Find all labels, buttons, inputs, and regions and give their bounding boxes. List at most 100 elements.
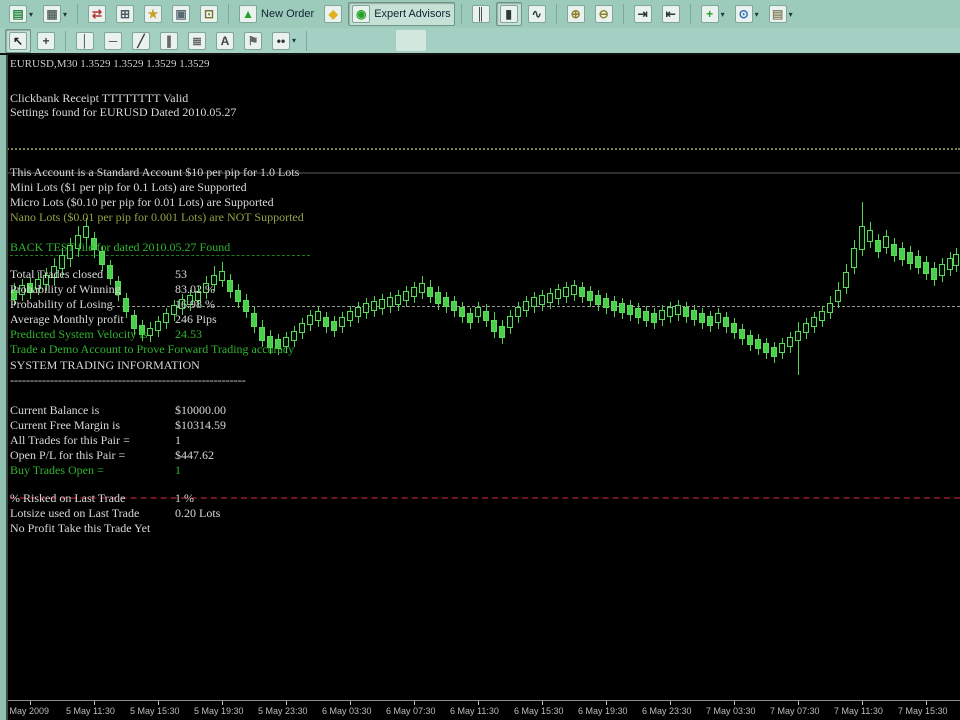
data-window-icon: ⊞ [116,5,135,23]
expert-advisors-icon: ◉ [352,5,371,23]
time-axis-label: 7 May 03:30 [706,706,756,716]
time-axis-label: 5 May 2009 [2,706,50,716]
text-icon: A [216,31,234,50]
receipt-line: Clickbank Receipt TTTTTTTT Valid [10,91,189,105]
vertical-line-icon: │ [76,31,94,50]
zoom-out-button[interactable]: ⊖ [591,2,617,26]
cursor-tool[interactable]: ↖ [5,28,31,53]
chevron-down-icon: ▾ [720,9,725,19]
profiles-button[interactable]: ▦ ▾ [39,2,71,26]
horizontal-line-tool[interactable]: ─ [100,29,126,53]
zoom-in-button[interactable]: ⊕ [563,2,589,26]
time-axis-label: 5 May 23:30 [258,706,308,716]
new-order-button[interactable]: ▲ New Order [235,2,318,26]
trendline-icon: ╱ [132,31,150,50]
time-axis-label: 6 May 07:30 [386,706,436,716]
stat-row-label: Average Monthly profit [10,312,124,326]
fibonacci-icon: ≣ [188,31,206,50]
balance-row-value: $10000.00 [175,403,226,417]
axis-tick [606,701,607,705]
risk-row-value: 0.20 Lots [175,506,221,520]
text-label-icon: ⚑ [244,31,262,50]
toolbar-separator [460,4,462,24]
risk-row-value: 1 % [175,491,194,505]
stat-row-label: Total Trades closed [10,267,104,281]
templates-icon: ▤ [768,5,787,23]
axis-tick [478,701,479,705]
zoom-out-icon: ⊖ [594,5,613,23]
indicators-icon: + [700,5,719,23]
axis-tick [286,701,287,705]
profiles-icon: ▦ [43,5,62,23]
arrows-tool[interactable]: •• ▾ [268,29,300,53]
candlestick-chart-button[interactable]: ▮ [495,2,522,26]
balance-row-label: Current Balance is [10,403,100,417]
backtest-status-line: BACK TEST file for dated 2010.05.27 Foun… [10,240,231,254]
fibonacci-tool[interactable]: ≣ [184,29,210,53]
zoom-in-icon: ⊕ [566,5,585,23]
market-watch-button[interactable]: ⇄ [84,2,110,26]
new-chart-button[interactable]: ▤ ▾ [5,2,37,26]
chart-shift-button[interactable]: ⇤ [658,2,684,26]
periods-button[interactable]: ⊙ ▾ [731,2,763,26]
strategy-tester-icon: ⊡ [200,5,219,23]
stat-row-value: 16.98 % [175,297,215,311]
account-info-line: Mini Lots ($1 per pip for 0.1 Lots) are … [10,180,247,194]
chart-area: EURUSD,M30 1.3529 1.3529 1.3529 1.3529 C… [0,55,960,720]
arrows-icon: •• [272,31,290,50]
time-axis-label: 6 May 19:30 [578,706,628,716]
axis-tick [350,701,351,705]
bar-chart-icon: ║ [471,5,490,23]
symbol-ohlc-label: EURUSD,M30 1.3529 1.3529 1.3529 1.3529 [10,58,210,70]
axis-tick [734,701,735,705]
toolbar-separator [228,4,230,24]
periods-icon: ⊙ [734,5,753,23]
expert-advisors-button[interactable]: ◉ Expert Advisors [348,2,455,26]
text-label-tool[interactable]: ⚑ [240,29,266,53]
axis-tick [670,701,671,705]
balance-row-value: 1 [175,463,181,477]
terminal-button[interactable]: ▣ [168,2,194,26]
chevron-down-icon: ▾ [29,9,34,19]
text-tool[interactable]: A [212,29,238,53]
new-order-icon: ▲ [239,5,258,23]
templates-button[interactable]: ▤ ▾ [765,2,797,26]
toolbar-separator [555,4,557,24]
navigator-icon: ★ [144,5,163,23]
ea-comment-overlay: EURUSD,M30 1.3529 1.3529 1.3529 1.3529 C… [0,55,960,720]
crosshair-tool[interactable]: + [33,29,59,53]
time-axis-label: 5 May 15:30 [130,706,180,716]
stat-row-label: Predicted System Velocity is [10,327,148,341]
axis-tick [862,701,863,705]
vertical-line-tool[interactable]: │ [72,29,98,53]
balance-row-value: 1 [175,433,181,447]
toolbar-separator [689,4,691,24]
indicators-button[interactable]: + ▾ [697,2,729,26]
toolbar-separator [65,30,66,51]
cursor-icon: ↖ [9,31,27,50]
axis-tick [30,701,31,705]
metaeditor-button[interactable]: ◆ [320,2,346,26]
chevron-down-icon: ▾ [63,9,68,19]
data-window-button[interactable]: ⊞ [112,2,138,26]
new-order-button-label: New Order [261,8,315,20]
balance-row-value: $447.62 [175,448,214,462]
trendline-tool[interactable]: ╱ [128,29,154,53]
time-axis[interactable]: 5 May 2009 5 May 11:30 5 May 15:30 5 May 19… [0,700,960,720]
stat-row-value: 53 [175,267,187,281]
new-chart-icon: ▤ [9,5,27,23]
bar-chart-button[interactable]: ║ [468,2,494,26]
channel-tool[interactable]: ∥ [156,29,182,53]
time-axis-label: 5 May 11:30 [66,706,115,716]
stat-row-value: 83.02 % [175,282,215,296]
balance-row-label: Buy Trades Open = [10,463,104,477]
horizontal-line-icon: ─ [104,31,122,50]
risk-row-label: No Profit Take this Trade Yet [10,521,151,535]
navigator-button[interactable]: ★ [140,2,166,26]
left-window-strip [0,55,8,720]
account-info-line: Micro Lots ($0.10 per pip for 0.01 Lots)… [10,195,274,209]
balance-row-label: All Trades for this Pair = [10,433,130,447]
strategy-tester-button[interactable]: ⊡ [196,2,222,26]
line-chart-button[interactable]: ∿ [524,2,550,26]
auto-scroll-button[interactable]: ⇥ [630,2,656,26]
